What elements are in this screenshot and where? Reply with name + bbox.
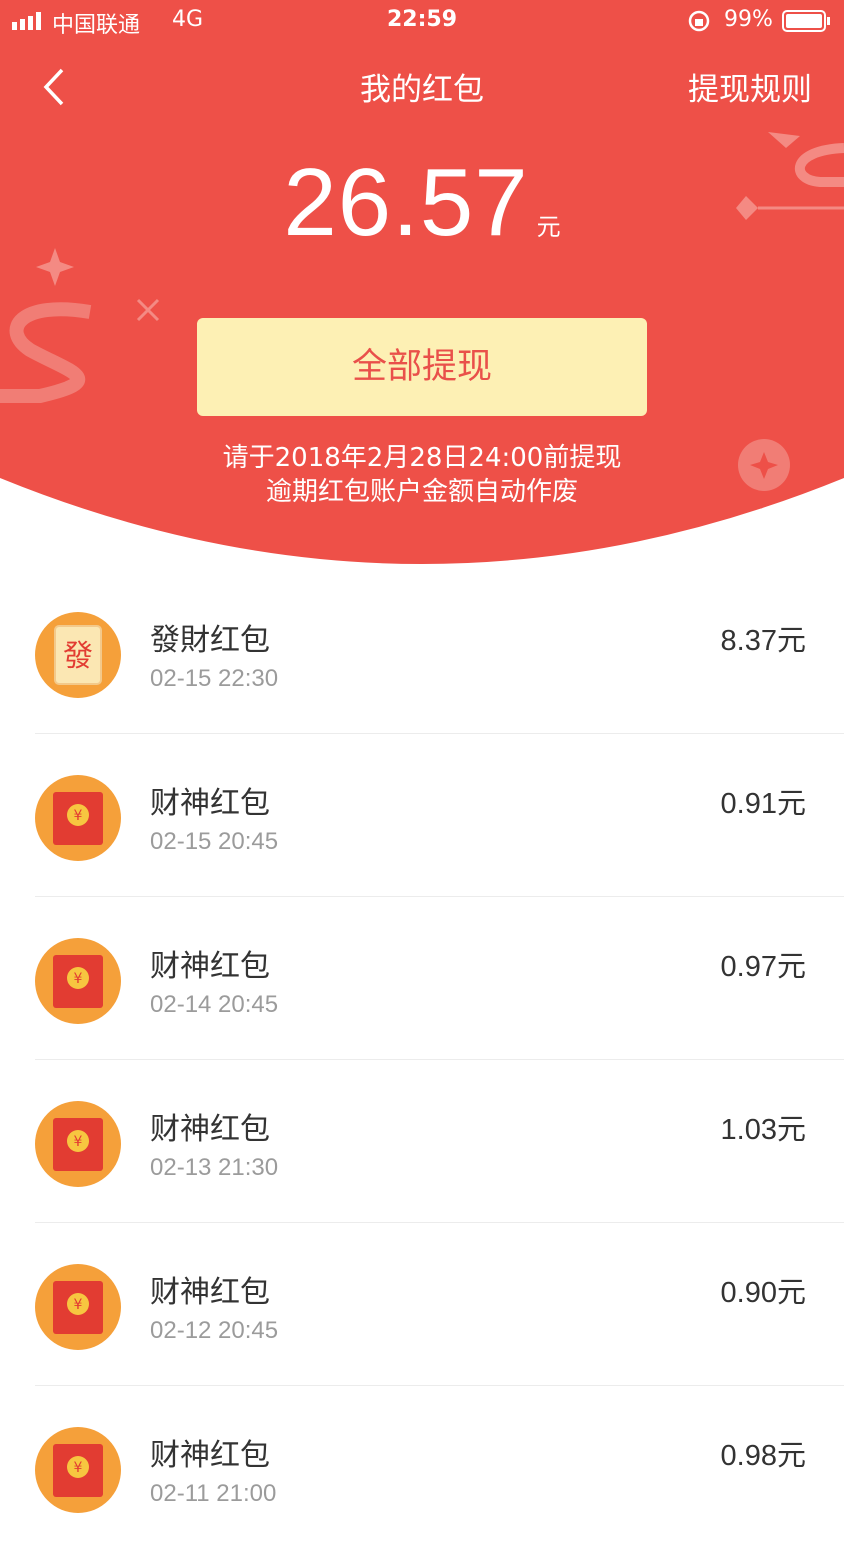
notice-line-2: 逾期红包账户金额自动作废 [265, 477, 578, 507]
notice-line-1: 请于2018年2月28日24:00前提现 [222, 443, 622, 473]
svg-text:發: 發 [63, 639, 93, 674]
list-item[interactable]: ¥ 财神红包 02-15 20:45 0.91元 [0, 734, 844, 897]
red-envelope-icon: ¥ [35, 775, 121, 861]
packet-title: 财神红包 [150, 949, 270, 984]
balance-amount: 26.57 [283, 149, 529, 256]
packet-title: 發財红包 [150, 623, 270, 658]
red-envelope-icon: ¥ [35, 1264, 121, 1350]
balance-display: 26.57 元 [0, 148, 844, 258]
clock: 22:59 [386, 7, 458, 32]
red-envelope-icon: ¥ [35, 938, 121, 1024]
packet-amount: 0.98元 [720, 1440, 806, 1472]
packet-amount: 8.37元 [720, 625, 806, 657]
packet-time: 02-15 22:30 [150, 665, 279, 692]
svg-text:¥: ¥ [74, 971, 83, 987]
battery-percent: 99% [724, 7, 773, 32]
packet-time: 02-11 21:00 [150, 1480, 277, 1507]
packet-time: 02-14 20:45 [150, 991, 279, 1018]
red-envelope-icon: ¥ [35, 1101, 121, 1187]
packet-time: 02-13 21:30 [150, 1154, 279, 1181]
withdraw-rules-link[interactable]: 提现规则 [688, 64, 812, 109]
list-item[interactable]: ¥ 财神红包 02-11 21:00 0.98元 [0, 1386, 844, 1549]
rotation-lock-icon [688, 10, 710, 32]
balance-unit: 元 [536, 213, 561, 241]
fa-red-packet-icon: 發 [35, 612, 121, 698]
packet-title: 财神红包 [150, 1438, 270, 1473]
battery-icon [782, 10, 830, 32]
packet-title: 财神红包 [150, 1275, 270, 1310]
svg-text:¥: ¥ [74, 1297, 83, 1313]
packet-amount: 0.91元 [720, 788, 806, 820]
packet-amount: 0.90元 [720, 1277, 806, 1309]
list-item[interactable]: ¥ 财神红包 02-14 20:45 0.97元 [0, 897, 844, 1060]
header-banner: 中国联通 4G 22:59 99% 我的红包 提现规则 26.57 元 全部提现 … [0, 0, 844, 580]
packet-title: 财神红包 [150, 1112, 270, 1147]
svg-text:¥: ¥ [74, 1134, 83, 1150]
list-item[interactable]: 發 發財红包 02-15 22:30 8.37元 [0, 571, 844, 734]
list-item[interactable]: ¥ 财神红包 02-13 21:30 1.03元 [0, 1060, 844, 1223]
list-item[interactable]: ¥ 财神红包 02-12 20:45 0.90元 [0, 1223, 844, 1386]
red-packet-list: 發 發財红包 02-15 22:30 8.37元 ¥ 财神红包 02-15 20… [0, 571, 844, 1549]
packet-amount: 1.03元 [720, 1114, 806, 1146]
withdraw-all-button[interactable]: 全部提现 [197, 318, 647, 416]
svg-text:¥: ¥ [74, 1460, 83, 1476]
packet-title: 财神红包 [150, 786, 270, 821]
packet-time: 02-12 20:45 [150, 1317, 279, 1344]
status-bar: 中国联通 4G 22:59 99% [0, 0, 844, 42]
packet-amount: 0.97元 [720, 951, 806, 983]
withdraw-notice: 请于2018年2月28日24:00前提现 逾期红包账户金额自动作废 [0, 441, 844, 509]
packet-time: 02-15 20:45 [150, 828, 279, 855]
svg-text:¥: ¥ [74, 808, 83, 824]
red-envelope-icon: ¥ [35, 1427, 121, 1513]
